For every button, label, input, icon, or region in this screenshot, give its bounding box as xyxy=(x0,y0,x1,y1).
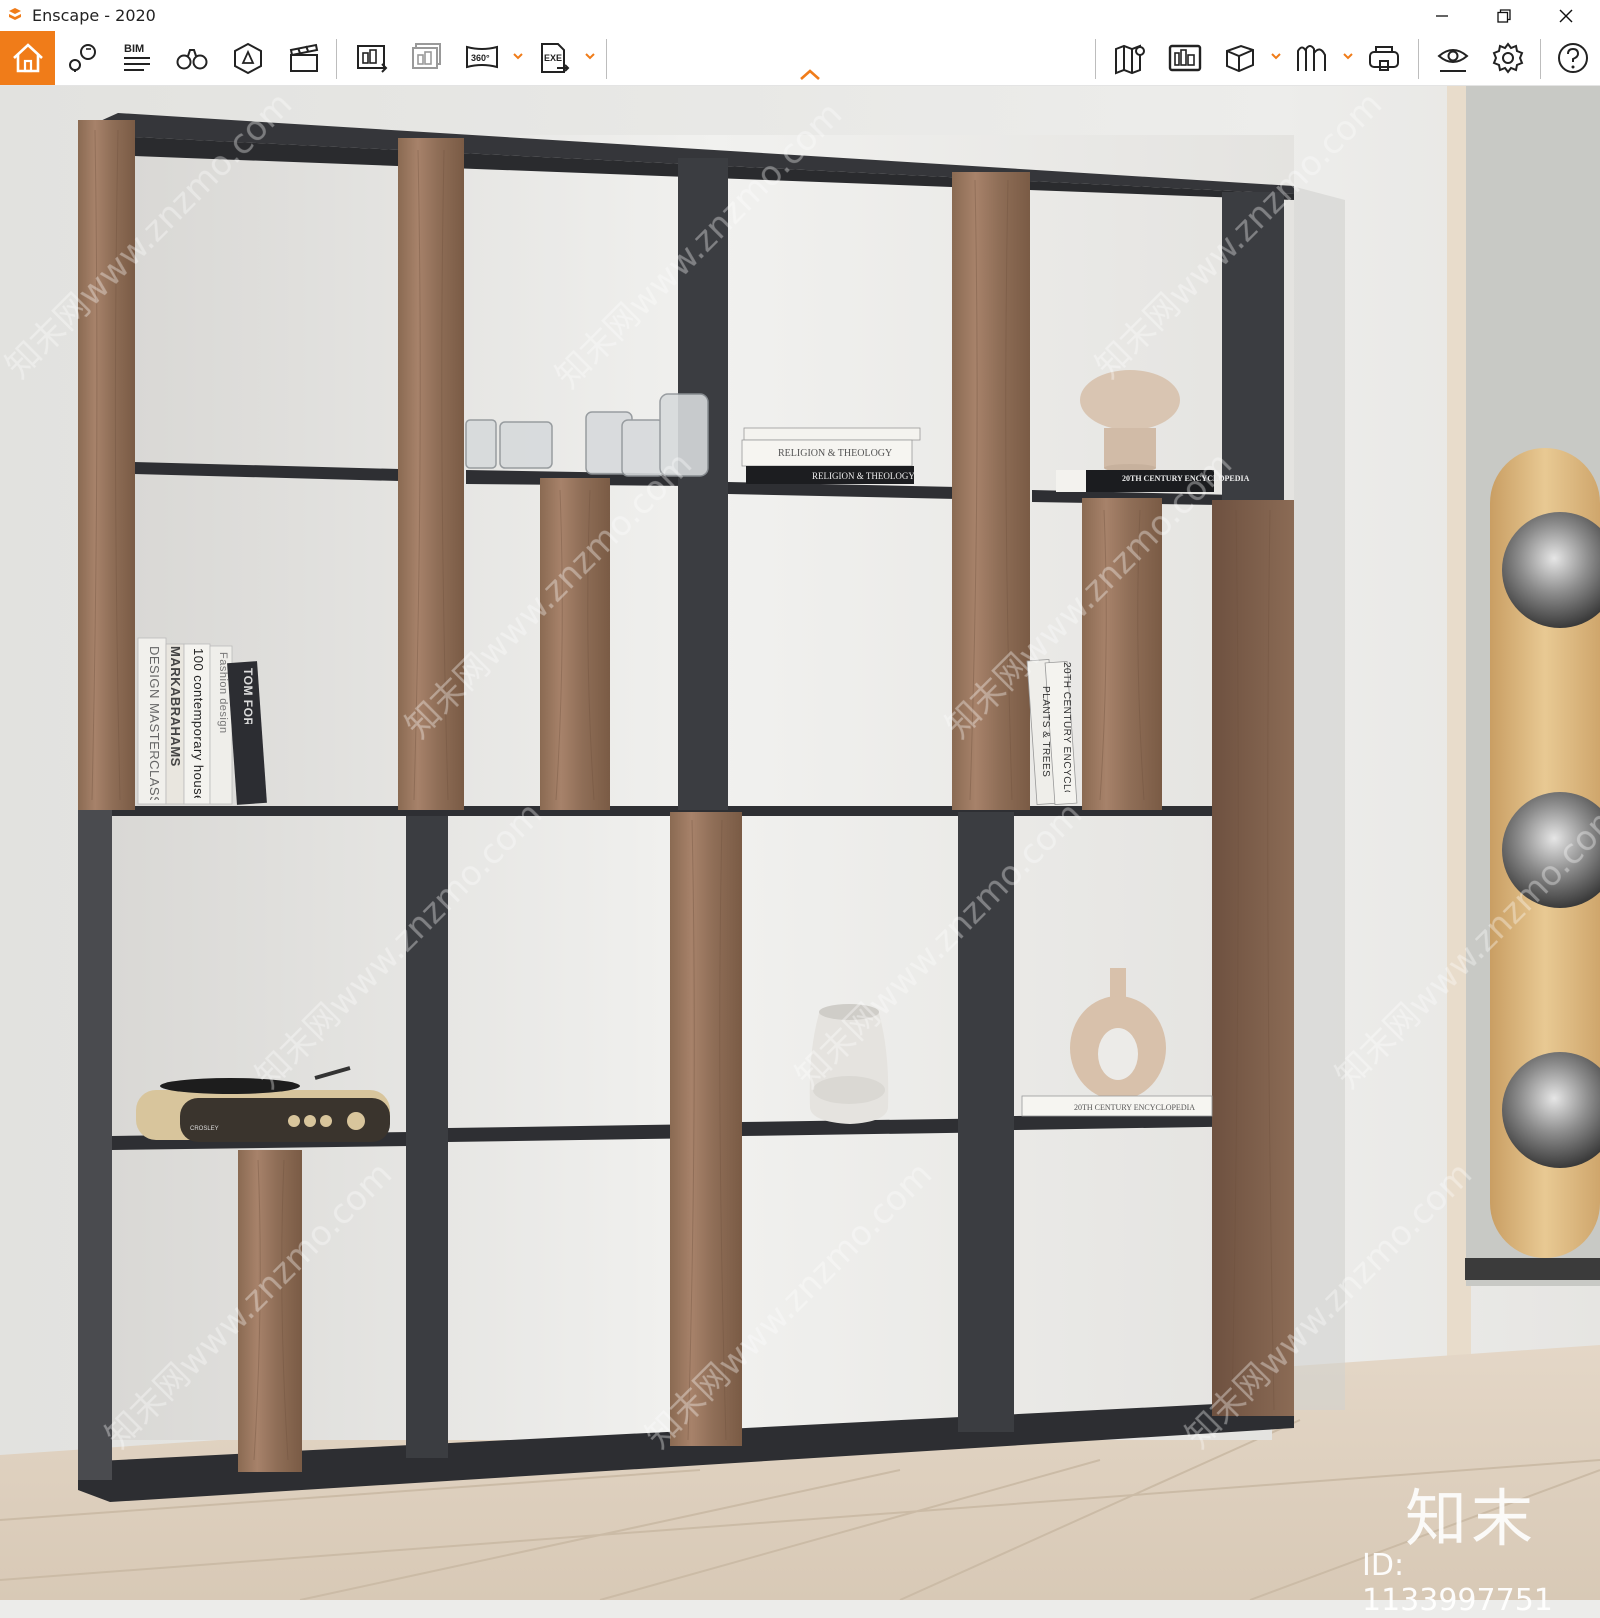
batch-render-icon xyxy=(357,45,388,73)
help-button[interactable] xyxy=(1551,38,1595,78)
exe-export-button[interactable]: EXE xyxy=(532,38,576,78)
walk-dropdown-chevron-icon[interactable] xyxy=(1342,49,1354,63)
enscape-logo-icon xyxy=(9,8,21,20)
dark-panel xyxy=(78,810,112,1480)
binoculars-button[interactable] xyxy=(170,38,214,78)
watermark-logo: 知末 xyxy=(1405,1482,1538,1555)
book-spine: Fashion design xyxy=(217,652,229,734)
watermark-id: ID: 1133997751 xyxy=(1362,1548,1553,1618)
visual-settings-button[interactable] xyxy=(1431,38,1475,78)
wood-panel xyxy=(78,120,135,810)
close-button[interactable] xyxy=(1536,0,1596,31)
title-bar: Enscape - 2020 xyxy=(0,0,1600,31)
bim-info-button[interactable]: BIM xyxy=(114,38,158,78)
visual-settings-icon xyxy=(1437,49,1469,72)
vr-headset-icon xyxy=(1369,46,1399,71)
asset-library-icon xyxy=(234,42,262,75)
walk-mode-icon xyxy=(1297,45,1326,71)
window-title: Enscape - 2020 xyxy=(32,6,156,25)
panorama-dropdown-chevron-icon[interactable] xyxy=(512,49,524,63)
position-pin-button[interactable] xyxy=(61,38,105,78)
batch-render-button[interactable] xyxy=(350,38,394,78)
book-title: 20TH CENTURY ENCYCLOPEDIA xyxy=(1074,1103,1195,1112)
exe-label: EXE xyxy=(544,53,562,63)
map-view-button[interactable] xyxy=(1108,38,1152,78)
home-icon xyxy=(12,43,43,73)
book-spine: 20TH CENTURY ENCYCLOPEDIA xyxy=(1061,662,1072,792)
panorama-icon: 360° xyxy=(466,45,498,69)
cube-dropdown-chevron-icon[interactable] xyxy=(1270,49,1282,63)
walk-mode-button[interactable] xyxy=(1290,38,1334,78)
book-spine: PLANTS & TREES xyxy=(1040,686,1051,778)
restore-icon xyxy=(1497,8,1511,23)
toolbar-separator xyxy=(1418,39,1419,79)
cube-view-icon xyxy=(1226,44,1254,73)
restore-button[interactable] xyxy=(1474,0,1534,31)
render-export-button[interactable] xyxy=(405,38,449,78)
toolbar-separator xyxy=(1095,39,1096,79)
exe-export-icon: EXE xyxy=(541,43,570,73)
position-pin-icon xyxy=(69,44,96,72)
home-button[interactable] xyxy=(0,31,55,85)
toolbar-separator xyxy=(336,39,337,79)
turntable-brand: CROSLEY xyxy=(190,1126,219,1132)
vr-headset-button[interactable] xyxy=(1362,38,1406,78)
cube-view-button[interactable] xyxy=(1218,38,1262,78)
bookshelf-scene: RELIGION & THEOLOGY RELIGION & THEOLOGY … xyxy=(0,86,1600,1600)
binoculars-icon xyxy=(176,49,208,70)
panorama-label: 360° xyxy=(471,53,490,63)
book-title: RELIGION & THEOLOGY xyxy=(778,448,892,459)
help-icon xyxy=(1558,43,1588,73)
bim-label: BIM xyxy=(124,43,144,55)
minimize-button[interactable] xyxy=(1412,0,1472,31)
settings-button[interactable] xyxy=(1486,38,1530,78)
asset-library-button[interactable] xyxy=(226,38,270,78)
book-title: RELIGION & THEOLOGY xyxy=(812,471,915,481)
book-spine: MARKABRAHAMS xyxy=(168,646,183,767)
close-icon xyxy=(1559,9,1573,22)
settings-icon xyxy=(1492,42,1524,74)
exe-dropdown-chevron-icon[interactable] xyxy=(584,49,596,63)
book-spine: TOM FORD xyxy=(241,668,255,724)
render-export-icon xyxy=(412,43,441,69)
minimize-icon xyxy=(1436,14,1448,17)
toolbar-separator xyxy=(606,39,607,79)
collapse-toolbar-chevron-icon[interactable] xyxy=(798,66,822,82)
bim-info-icon: BIM xyxy=(124,43,150,71)
panorama-button[interactable]: 360° xyxy=(460,38,504,78)
wood-panel xyxy=(1212,500,1294,810)
video-editor-icon xyxy=(289,43,319,72)
video-editor-button[interactable] xyxy=(282,38,326,78)
render-viewport[interactable]: RELIGION & THEOLOGY RELIGION & THEOLOGY … xyxy=(0,86,1600,1600)
pillar-base xyxy=(1465,1258,1600,1280)
collaboration-button[interactable] xyxy=(1163,38,1207,78)
toolbar-separator xyxy=(1540,39,1541,79)
book-spine: 100 contemporary houses xyxy=(191,648,206,798)
book-spine: DESIGN MASTERCLASS xyxy=(147,646,162,800)
map-view-icon xyxy=(1115,44,1145,75)
collaboration-icon xyxy=(1168,44,1202,72)
